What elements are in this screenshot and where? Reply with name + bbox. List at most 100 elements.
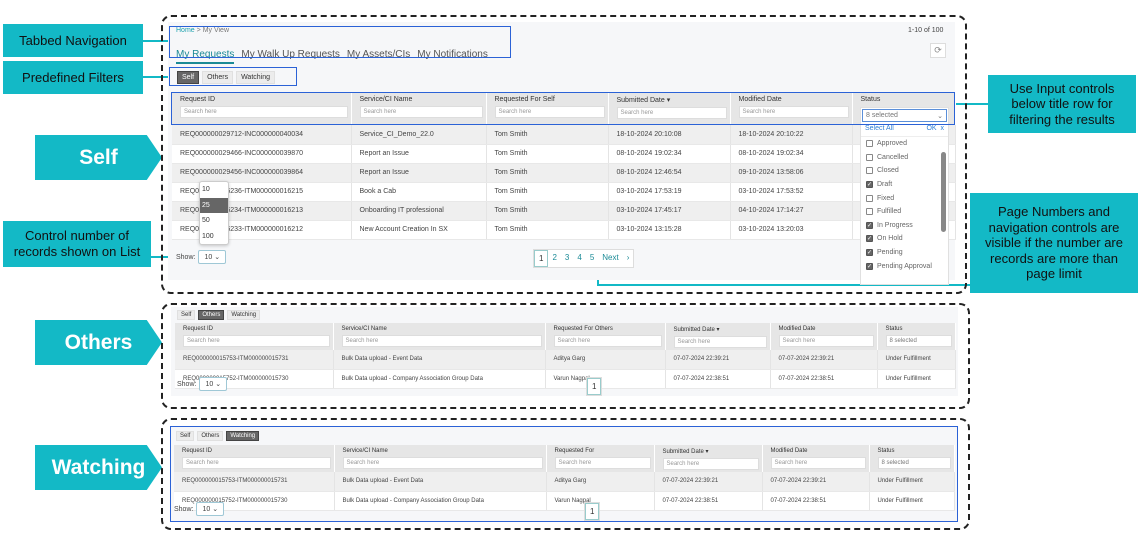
column-search-input[interactable]: Search here	[342, 457, 543, 469]
table-row[interactable]: REQ000000015753-ITM000000015731 Bulk Data…	[174, 472, 955, 492]
filter-watching[interactable]: Watching	[226, 431, 260, 441]
ok-link[interactable]: OK	[926, 125, 936, 132]
checkbox[interactable]: ✓	[866, 235, 873, 243]
tab-my-requests[interactable]: My Requests	[176, 49, 235, 64]
checkbox[interactable]	[866, 194, 873, 202]
show-select[interactable]: 10 ⌄	[199, 377, 228, 391]
column-title[interactable]: Submitted Date ▾	[663, 448, 759, 455]
filter-watching[interactable]: Watching	[236, 71, 275, 84]
filter-others[interactable]: Others	[197, 431, 224, 441]
page-4[interactable]: 4	[573, 250, 585, 267]
column-search-input[interactable]: Search here	[662, 458, 759, 470]
table-row[interactable]: REQ000000029466-INC000000039870 Report an…	[172, 144, 956, 164]
table-row[interactable]: REQ000000015753-ITM000000015731 Bulk Data…	[175, 350, 956, 370]
column-title[interactable]: Modified Date	[771, 448, 866, 454]
column-title[interactable]: Request ID	[183, 326, 330, 332]
filter-others[interactable]: Others	[198, 310, 225, 320]
page-1[interactable]: 1	[534, 250, 549, 267]
checkbox[interactable]	[866, 140, 873, 148]
refresh-button[interactable]: ⟳	[930, 43, 946, 58]
checkbox[interactable]	[866, 167, 873, 175]
column-search-input[interactable]: Search here	[182, 457, 331, 469]
show-option[interactable]: 50	[200, 213, 228, 229]
column-title[interactable]: Submitted Date ▾	[617, 96, 727, 104]
filter-self[interactable]: Self	[176, 431, 195, 441]
show-option[interactable]: 100	[200, 229, 228, 245]
status-filter-select[interactable]: 8 selected	[885, 335, 952, 347]
checkbox[interactable]	[866, 153, 873, 161]
filter-watching[interactable]: Watching	[227, 310, 261, 320]
show-option[interactable]: 25	[200, 197, 228, 213]
table-row[interactable]: REQ000000016233-ITM000000016212 New Accou…	[172, 220, 956, 240]
show-option[interactable]: 10	[200, 182, 228, 198]
close-icon[interactable]: x	[941, 125, 945, 132]
page-3[interactable]: 3	[561, 250, 573, 267]
show-select[interactable]: 10 ⌄	[196, 502, 225, 516]
column-search-input[interactable]: Search here	[180, 106, 348, 118]
table-row[interactable]: REQ000000029456-INC000000039864 Report an…	[172, 163, 956, 183]
column-search-input[interactable]: Search here	[778, 335, 874, 347]
column-title[interactable]: Modified Date	[779, 326, 874, 332]
filter-others[interactable]: Others	[202, 71, 234, 84]
page-5[interactable]: 5	[586, 250, 598, 267]
next-page-button[interactable]: Next	[598, 250, 622, 267]
filter-self[interactable]: Self	[177, 71, 200, 84]
status-filter-select[interactable]: 8 selected	[877, 457, 951, 469]
column-title[interactable]: Requested For Self	[495, 96, 605, 103]
column-search-input[interactable]: Search here	[738, 106, 849, 118]
table-row[interactable]: REQ000000029712-INC000000040034 Service_C…	[172, 125, 956, 145]
column-search-input[interactable]: Search here	[359, 106, 483, 118]
status-option[interactable]: Approved	[861, 137, 948, 151]
page-2[interactable]: 2	[548, 250, 560, 267]
column-title[interactable]: Request ID	[182, 448, 331, 454]
filter-self[interactable]: Self	[177, 310, 196, 320]
checkbox[interactable]	[866, 208, 873, 216]
column-search-input[interactable]: Search here	[183, 335, 330, 347]
checkbox[interactable]: ✓	[866, 249, 873, 257]
column-search-input[interactable]: Search here	[673, 336, 767, 348]
column-title[interactable]: Requested For Others	[554, 326, 662, 332]
status-option[interactable]: Cancelled	[861, 151, 948, 165]
tab-my-walk-up-requests[interactable]: My Walk Up Requests	[241, 49, 340, 60]
status-option[interactable]: Fixed	[861, 191, 948, 205]
status-option[interactable]: ✓ In Progress	[861, 219, 948, 233]
status-option[interactable]: ✓ Draft	[861, 178, 948, 192]
status-option[interactable]: ✓ Pending	[861, 246, 948, 260]
table-row[interactable]: REQ000000015752-ITM000000015730 Bulk Data…	[175, 369, 956, 389]
column-search-input[interactable]: Search here	[494, 106, 605, 118]
table-row[interactable]: REQ000000016234-ITM000000016213 Onboardin…	[172, 201, 956, 221]
status-option[interactable]: Closed	[861, 164, 948, 178]
column-search-input[interactable]: Search here	[770, 457, 866, 469]
table-row[interactable]: REQ000000015752-ITM000000015730 Bulk Data…	[174, 491, 955, 511]
show-select[interactable]: 10 ⌄	[198, 250, 227, 264]
column-title[interactable]: Service/CI Name	[342, 326, 542, 332]
column-search-input[interactable]: Search here	[553, 335, 662, 347]
tab-my-assets-cis[interactable]: My Assets/CIs	[347, 49, 410, 60]
chevron-right-icon[interactable]: ›	[623, 250, 634, 267]
column-search-input[interactable]: Search here	[616, 107, 727, 119]
column-title[interactable]: Status	[886, 326, 952, 332]
status-filter-input[interactable]: 8 selected ⌄	[862, 109, 947, 122]
column-title[interactable]: Service/CI Name	[343, 448, 543, 454]
column-title[interactable]: Request ID	[180, 96, 348, 103]
page-1[interactable]: 1	[587, 378, 602, 395]
column-search-input[interactable]: Search here	[554, 457, 651, 469]
column-title[interactable]: Modified Date	[739, 96, 849, 103]
page-1[interactable]: 1	[585, 503, 600, 520]
status-option[interactable]: ✓ Pending Approval	[861, 259, 948, 273]
scrollbar[interactable]	[941, 152, 946, 232]
column-title[interactable]: Status	[861, 96, 952, 103]
status-filter-dropdown[interactable]: 8 selected ⌄ Select All OK x Approved Cance…	[860, 107, 949, 285]
column-title[interactable]: Service/CI Name	[360, 96, 483, 103]
column-title[interactable]: Submitted Date ▾	[674, 326, 767, 333]
select-all-link[interactable]: Select All	[865, 125, 894, 132]
column-title[interactable]: Requested For	[555, 448, 651, 454]
status-option[interactable]: ✓ On Hold	[861, 232, 948, 246]
checkbox[interactable]: ✓	[866, 181, 873, 189]
tab-my-notifications[interactable]: My Notifications	[417, 49, 488, 60]
table-row[interactable]: REQ000000016236-ITM000000016215 Book a Ca…	[172, 182, 956, 202]
breadcrumb-home[interactable]: Home	[176, 27, 195, 34]
column-search-input[interactable]: Search here	[341, 335, 542, 347]
status-option[interactable]: Fulfilled	[861, 205, 948, 219]
column-title[interactable]: Status	[878, 448, 951, 454]
